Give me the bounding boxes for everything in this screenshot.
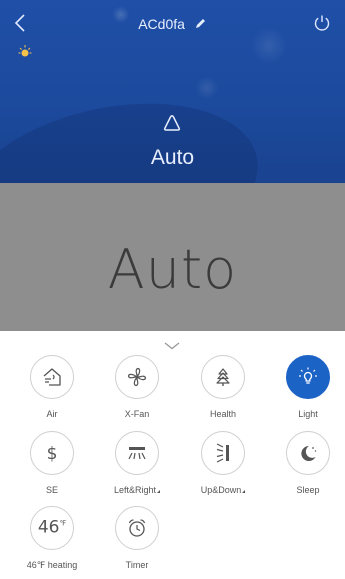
control-panel: Air X-Fan Health Light $ SE Left&Right U… bbox=[0, 331, 345, 579]
sleep-button[interactable]: Sleep bbox=[268, 431, 345, 495]
chevron-down-icon bbox=[164, 342, 180, 350]
device-name: ACd0fa bbox=[138, 16, 185, 32]
x-fan-button-circle[interactable] bbox=[115, 355, 159, 399]
status-header: ACd0fa Auto bbox=[0, 0, 345, 183]
air-label: Air bbox=[46, 409, 58, 419]
heating-46f-button-circle[interactable]: 46℉ bbox=[30, 506, 74, 550]
tree-icon bbox=[216, 368, 230, 386]
air-button-circle[interactable] bbox=[30, 355, 74, 399]
air-button[interactable]: Air bbox=[12, 355, 92, 419]
auto-mode-icon bbox=[161, 112, 183, 132]
x-fan-label: X-Fan bbox=[124, 409, 150, 419]
46f-icon: 46℉ bbox=[37, 517, 67, 538]
fan-icon bbox=[127, 367, 147, 387]
bulb-icon bbox=[17, 44, 33, 60]
left-right-button[interactable]: Left&Right bbox=[97, 431, 177, 495]
se-button[interactable]: $ SE bbox=[12, 431, 92, 495]
x-fan-button[interactable]: X-Fan bbox=[97, 355, 177, 419]
light-label: Light bbox=[298, 409, 318, 419]
se-label: SE bbox=[45, 485, 58, 495]
collapse-button[interactable] bbox=[164, 337, 182, 350]
moon-icon bbox=[301, 445, 317, 461]
alarm-clock-icon bbox=[128, 519, 146, 537]
mode-display-text: Auto bbox=[107, 238, 238, 301]
light-button-circle[interactable] bbox=[286, 355, 330, 399]
up-down-label: Up&Down bbox=[183, 485, 263, 495]
sleep-label: Sleep bbox=[296, 485, 320, 495]
device-title[interactable]: ACd0fa bbox=[0, 16, 345, 33]
timer-button-circle[interactable] bbox=[115, 506, 159, 550]
se-button-circle[interactable]: $ bbox=[30, 431, 74, 475]
submenu-indicator-icon bbox=[242, 490, 246, 493]
health-button[interactable]: Health bbox=[183, 355, 263, 419]
light-bulb-icon bbox=[299, 367, 317, 384]
health-label: Health bbox=[209, 409, 236, 419]
power-button[interactable] bbox=[313, 14, 333, 34]
heating-46f-label: 46℉ heating bbox=[26, 560, 78, 570]
left-right-button-circle[interactable] bbox=[115, 431, 159, 475]
air-icon bbox=[43, 368, 61, 386]
submenu-indicator-icon bbox=[157, 490, 161, 493]
dollar-icon: $ bbox=[47, 444, 58, 464]
sleep-button-circle[interactable] bbox=[286, 431, 330, 475]
up-down-button[interactable]: Up&Down bbox=[183, 431, 263, 495]
heating-46f-button[interactable]: 46℉ 46℉ heating bbox=[12, 506, 92, 571]
swing-vertical-icon bbox=[216, 443, 229, 463]
svg-text:$: $ bbox=[47, 444, 58, 464]
timer-button[interactable]: Timer bbox=[97, 506, 177, 570]
up-down-button-circle[interactable] bbox=[201, 431, 245, 475]
light-button[interactable]: Light bbox=[268, 355, 345, 419]
power-icon bbox=[314, 15, 330, 31]
top-bar: ACd0fa bbox=[0, 0, 345, 44]
left-right-label: Left&Right bbox=[97, 485, 177, 495]
timer-label: Timer bbox=[125, 560, 149, 570]
mode-display: Auto bbox=[0, 183, 345, 331]
pencil-icon[interactable] bbox=[194, 17, 207, 33]
swing-horizontal-icon bbox=[128, 447, 146, 460]
mode-label: Auto bbox=[150, 146, 195, 169]
health-button-circle[interactable] bbox=[201, 355, 245, 399]
